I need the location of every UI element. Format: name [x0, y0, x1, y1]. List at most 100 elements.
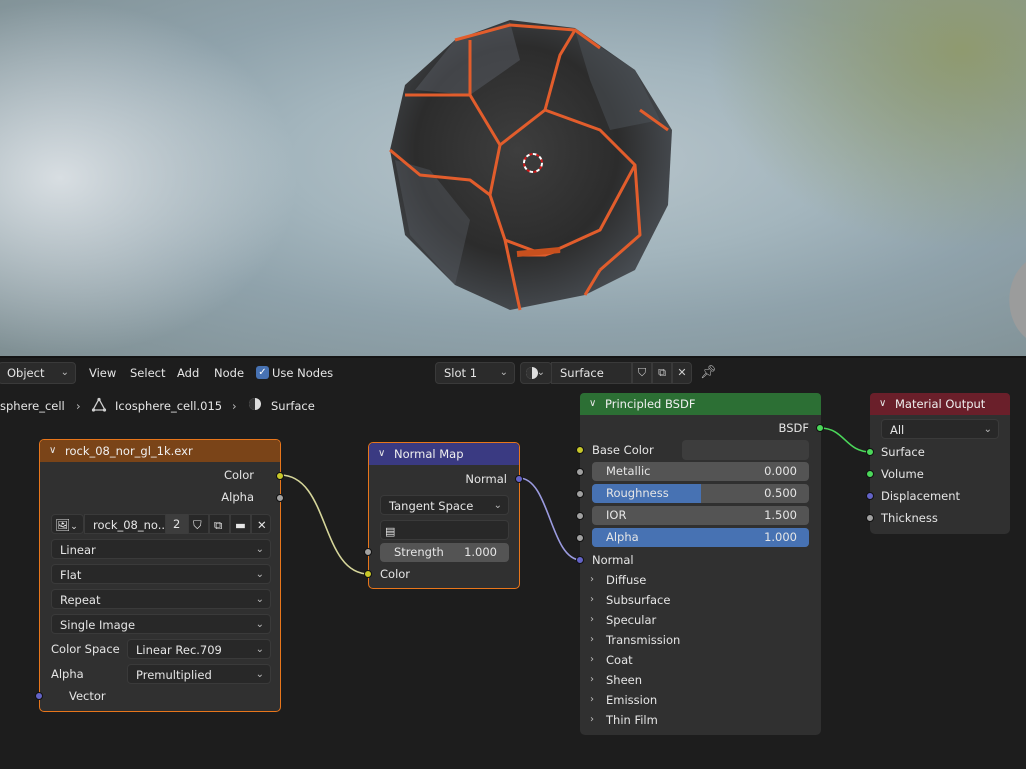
chevron-down-icon[interactable]: ∨	[589, 393, 596, 415]
displacement-input-socket[interactable]	[866, 492, 874, 500]
image-texture-node[interactable]: ∨ rock_08_nor_gl_1k.exr Color Alpha 🖼︎⌄ …	[35, 439, 284, 712]
link-bsdf-to-surface	[819, 427, 872, 453]
alpha-socket[interactable]	[576, 534, 584, 542]
base-color-swatch[interactable]	[682, 440, 809, 460]
metallic-label: Metallic	[606, 464, 651, 478]
source-dropdown[interactable]: Single Image ⌄	[51, 614, 271, 634]
extension-label: Repeat	[60, 593, 101, 607]
image-output-color: Color	[40, 464, 280, 486]
ior-label: IOR	[606, 508, 627, 522]
object-mode-label: Object	[7, 366, 45, 380]
material-browse-button[interactable]: ⌄	[520, 362, 552, 384]
thickness-input-socket[interactable]	[866, 514, 874, 522]
duplicate-image-icon[interactable]: ⧉	[209, 514, 230, 534]
chevron-right-icon: ›	[232, 399, 237, 413]
volume-input-socket[interactable]	[866, 470, 874, 478]
fake-user-shield-icon[interactable]: ⛉	[632, 362, 652, 384]
metallic-slider[interactable]: Metallic 0.000	[592, 462, 809, 481]
shader-editor[interactable]: Object ⌄ View Select Add Node ✓ Use Node…	[0, 358, 1026, 769]
color-space-value: Linear Rec.709	[136, 643, 222, 657]
bsdf-node-header[interactable]: ∨ Principled BSDF	[580, 393, 821, 415]
use-nodes-checkbox[interactable]: ✓	[256, 366, 269, 379]
chevron-down-icon[interactable]: ∨	[49, 440, 56, 462]
image-name-field[interactable]: rock_08_no...	[84, 514, 169, 534]
panel-label: Specular	[606, 613, 657, 627]
target-label: All	[890, 423, 905, 437]
projection-dropdown[interactable]: Flat ⌄	[51, 564, 271, 584]
3d-viewport[interactable]	[0, 0, 1026, 356]
alpha-value: 1.000	[764, 530, 797, 544]
link-normal-to-normal	[518, 477, 582, 561]
target-dropdown[interactable]: All ⌄	[881, 419, 999, 439]
strength-input-socket[interactable]	[364, 548, 372, 556]
unlink-material-close-icon[interactable]: ✕	[672, 362, 692, 384]
image-users-count[interactable]: 2	[166, 514, 188, 534]
normal-node-header[interactable]: ∨ Normal Map	[369, 443, 519, 465]
panel-label: Thin Film	[606, 713, 658, 727]
color-space-dropdown[interactable]: Linear Rec.709 ⌄	[127, 639, 271, 659]
add-menu[interactable]: Add	[177, 362, 199, 384]
material-output-node[interactable]: ∨ Material Output All ⌄ Surface Volume D…	[866, 393, 1010, 534]
output-node-header[interactable]: ∨ Material Output	[870, 393, 1010, 415]
normal-map-node[interactable]: ∨ Normal Map Normal Tangent Space ⌄ ▤ St…	[364, 442, 523, 589]
material-sphere-icon	[248, 397, 263, 418]
material-name-field[interactable]: Surface	[551, 362, 632, 384]
normal-output-socket[interactable]	[515, 475, 523, 483]
surface-input-socket[interactable]	[866, 448, 874, 456]
chevron-down-icon: ⌄	[255, 619, 264, 630]
chevron-down-icon: ⌄	[255, 544, 264, 555]
icosphere-cell-object[interactable]	[389, 20, 672, 311]
strength-slider[interactable]: Strength 1.000	[380, 543, 509, 562]
image-browse-button[interactable]: 🖼︎⌄	[51, 514, 84, 534]
alpha-mode-dropdown[interactable]: Premultiplied ⌄	[127, 664, 271, 684]
color-input-socket[interactable]	[364, 570, 372, 578]
uv-map-field[interactable]: ▤	[380, 520, 509, 540]
normal-input-socket[interactable]	[576, 556, 584, 564]
open-folder-icon[interactable]: ▬	[230, 514, 251, 534]
slot-dropdown[interactable]: Slot 1 ⌄	[435, 362, 515, 384]
users-count-label: 2	[173, 517, 181, 531]
view-menu[interactable]: View	[89, 362, 116, 384]
color-output-socket[interactable]	[276, 472, 284, 480]
ior-socket[interactable]	[576, 512, 584, 520]
principled-bsdf-node[interactable]: ∨ Principled BSDF BSDF Base Color Metall…	[576, 393, 824, 735]
normal-output-row: Normal	[369, 468, 519, 490]
roughness-socket[interactable]	[576, 490, 584, 498]
chevron-down-icon: ⌄	[255, 569, 264, 580]
object-mode-dropdown[interactable]: Object ⌄	[0, 362, 76, 384]
interpolation-dropdown[interactable]: Linear ⌄	[51, 539, 271, 559]
slot-label: Slot 1	[444, 366, 478, 380]
displacement-input-label: Displacement	[881, 489, 961, 503]
node-menu[interactable]: Node	[214, 362, 244, 384]
extension-dropdown[interactable]: Repeat ⌄	[51, 589, 271, 609]
chevron-right-icon: ›	[590, 654, 594, 665]
chevron-right-icon: ›	[590, 634, 594, 645]
metallic-socket[interactable]	[576, 468, 584, 476]
vector-input-socket[interactable]	[35, 692, 43, 700]
image-node-header[interactable]: ∨ rock_08_nor_gl_1k.exr	[40, 440, 280, 462]
panel-label: Emission	[606, 693, 658, 707]
base-color-socket[interactable]	[576, 446, 584, 454]
select-menu[interactable]: Select	[130, 362, 165, 384]
space-dropdown[interactable]: Tangent Space ⌄	[380, 495, 509, 515]
roughness-value: 0.500	[764, 486, 797, 500]
duplicate-material-icon[interactable]: ⧉	[652, 362, 672, 384]
metallic-value: 0.000	[764, 464, 797, 478]
bsdf-output-socket[interactable]	[816, 424, 824, 432]
normal-input-label: Normal	[592, 553, 634, 567]
alpha-mode-value: Premultiplied	[136, 668, 212, 682]
fake-user-shield-icon[interactable]: ⛉	[188, 514, 209, 534]
unlink-image-close-icon[interactable]: ✕	[251, 514, 271, 534]
chevron-right-icon: ›	[590, 594, 594, 605]
strength-label: Strength	[394, 545, 444, 559]
chevron-down-icon[interactable]: ∨	[879, 393, 886, 415]
roughness-slider[interactable]: Roughness 0.500	[592, 484, 809, 503]
mesh-data-icon	[91, 397, 107, 419]
ior-slider[interactable]: IOR 1.500	[592, 506, 809, 525]
bsdf-output-row: BSDF	[580, 417, 821, 439]
pin-icon[interactable]: 📌︎	[700, 362, 717, 384]
volume-input-label: Volume	[881, 467, 924, 481]
chevron-down-icon[interactable]: ∨	[378, 443, 385, 465]
alpha-output-socket[interactable]	[276, 494, 284, 502]
alpha-slider[interactable]: Alpha 1.000	[592, 528, 809, 547]
